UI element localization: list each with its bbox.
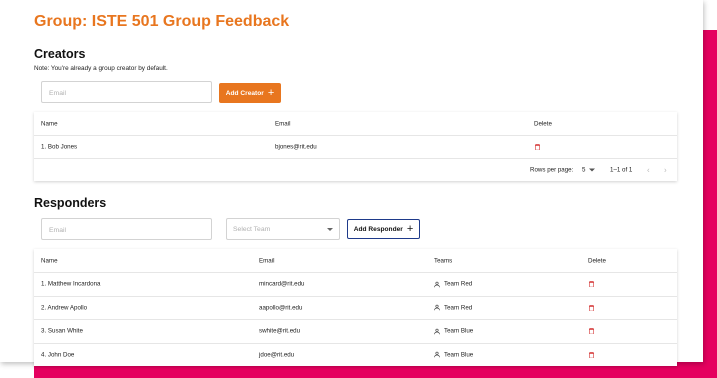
pagination-range: 1–1 of 1: [610, 166, 633, 174]
responder-team: Team Blue: [434, 328, 473, 335]
responder-team: Team Red: [434, 281, 472, 288]
responders-table: Name Email Teams Delete 1. Matthew Incar…: [34, 249, 677, 366]
creators-note: Note: You're already a group creator by …: [34, 65, 168, 72]
rows-per-page-value: 5: [582, 166, 586, 174]
responder-team: Team Blue: [434, 351, 473, 358]
table-row: 3. Susan White swhite@rit.edu Team Blue: [34, 320, 677, 344]
creator-name: 1. Bob Jones: [41, 143, 78, 151]
table-row: 1. Bob Jones bjones@rit.edu: [34, 136, 677, 159]
creators-pagination: Rows per page: 5 1–1 of 1 ‹ ›: [34, 159, 677, 181]
responder-team: Team Red: [434, 304, 472, 311]
plus-icon: +: [267, 86, 275, 99]
responders-heading: Responders: [34, 196, 107, 210]
responder-name: 4. John Doe: [41, 351, 75, 359]
responder-email: mincard@rit.edu: [259, 280, 305, 288]
col-delete: Delete: [534, 120, 552, 127]
team-label: Team Blue: [444, 351, 474, 359]
add-creator-button[interactable]: Add Creator +: [219, 83, 281, 103]
col-delete: Delete: [588, 257, 606, 264]
person-icon: [434, 352, 440, 358]
responder-name: 1. Matthew Incardona: [41, 280, 101, 288]
creators-heading: Creators: [34, 47, 86, 61]
responder-email-field[interactable]: [41, 218, 212, 241]
person-icon: [434, 305, 440, 311]
responder-email: aapollo@rit.edu: [259, 304, 303, 312]
plus-icon: +: [406, 222, 414, 235]
table-row: 2. Andrew Apollo aapollo@rit.edu Team Re…: [34, 297, 677, 320]
rows-per-page-select[interactable]: 5: [582, 166, 596, 174]
creator-email: bjones@rit.edu: [275, 143, 317, 151]
trash-icon[interactable]: [589, 351, 594, 358]
team-select[interactable]: Select Team: [226, 218, 340, 240]
col-email: Email: [259, 257, 275, 264]
creators-table: Name Email Delete 1. Bob Jones bjones@ri…: [34, 112, 677, 181]
trash-icon[interactable]: [589, 304, 594, 311]
trash-icon[interactable]: [535, 144, 540, 150]
responder-email-input[interactable]: [42, 220, 211, 241]
col-email: Email: [275, 120, 291, 127]
responder-name: 2. Andrew Apollo: [41, 304, 88, 312]
add-responder-button[interactable]: Add Responder +: [347, 219, 420, 239]
table-row: 1. Matthew Incardona mincard@rit.edu Tea…: [34, 273, 677, 297]
person-icon: [434, 281, 440, 287]
creator-email-field[interactable]: [41, 81, 212, 104]
responder-email: swhite@rit.edu: [259, 327, 301, 335]
add-creator-label: Add Creator: [225, 89, 264, 97]
rows-per-page-label: Rows per page:: [530, 166, 574, 174]
team-label: Team Red: [444, 280, 473, 288]
col-name: Name: [41, 120, 58, 127]
team-label: Team Blue: [444, 327, 474, 335]
team-label: Team Red: [444, 304, 473, 312]
trash-icon[interactable]: [589, 281, 594, 288]
responder-email: jdoe@rit.edu: [259, 351, 295, 359]
chevron-right-icon[interactable]: ›: [664, 166, 667, 175]
chevron-down-icon: [327, 227, 333, 231]
team-select-value: Select Team: [233, 225, 271, 233]
responders-header-row: Name Email Teams Delete: [34, 249, 677, 273]
chevron-left-icon[interactable]: ‹: [647, 166, 650, 175]
col-teams: Teams: [434, 257, 453, 264]
person-icon: [434, 328, 440, 334]
page-title: Group: ISTE 501 Group Feedback: [34, 13, 290, 30]
chevron-down-icon: [589, 168, 596, 172]
responder-name: 3. Susan White: [41, 327, 83, 335]
add-responder-label: Add Responder: [353, 225, 403, 233]
creator-email-input[interactable]: [42, 83, 211, 104]
group-card: Group: ISTE 501 Group Feedback Creators …: [0, 0, 703, 366]
col-name: Name: [41, 257, 58, 264]
creators-header-row: Name Email Delete: [34, 112, 677, 136]
table-row: 4. John Doe jdoe@rit.edu Team Blue: [34, 344, 677, 367]
trash-icon[interactable]: [589, 328, 594, 335]
